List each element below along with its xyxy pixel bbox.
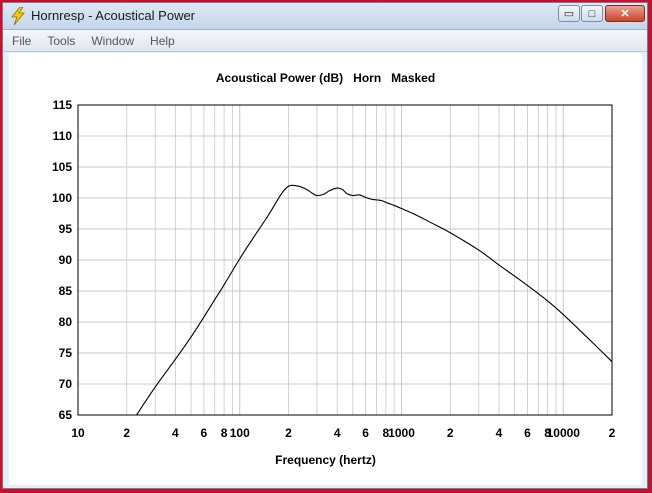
y-tick-label: 105 xyxy=(52,160,72,174)
close-icon: ✕ xyxy=(620,8,630,20)
lightning-bolt-icon xyxy=(11,7,25,25)
x-tick-label: 2 xyxy=(285,426,292,440)
y-tick-label: 90 xyxy=(59,253,73,267)
app-window: Hornresp - Acoustical Power ▭ □ ✕ File T… xyxy=(2,2,648,489)
menu-bar: File Tools Window Help xyxy=(3,30,647,52)
x-tick-label: 4 xyxy=(496,426,503,440)
x-tick-label: 2 xyxy=(123,426,130,440)
x-tick-label: 100 xyxy=(230,426,250,440)
menu-help[interactable]: Help xyxy=(143,34,182,48)
maximize-icon: □ xyxy=(588,7,596,20)
y-tick-label: 95 xyxy=(59,222,73,236)
menu-window[interactable]: Window xyxy=(84,34,141,48)
power-curve-line xyxy=(136,184,613,416)
x-tick-label: 10000 xyxy=(547,426,581,440)
x-tick-label: 10 xyxy=(71,426,85,440)
title-bar[interactable]: Hornresp - Acoustical Power ▭ □ ✕ xyxy=(3,3,647,30)
y-tick-label: 80 xyxy=(59,315,73,329)
menu-file[interactable]: File xyxy=(5,34,38,48)
window-title: Hornresp - Acoustical Power xyxy=(31,8,196,23)
y-tick-label: 75 xyxy=(59,346,73,360)
close-button[interactable]: ✕ xyxy=(605,5,645,22)
x-tick-label: 6 xyxy=(524,426,531,440)
x-axis-label: Frequency (hertz) xyxy=(275,453,376,467)
chart-area: Acoustical Power (dB) Horn Masked 65 70 75… xyxy=(9,53,642,485)
x-tick-label: 2 xyxy=(447,426,454,440)
x-tick-label: 6 xyxy=(201,426,208,440)
x-tick-label: 8 xyxy=(221,426,228,440)
x-tick-label: 4 xyxy=(172,426,179,440)
maximize-button[interactable]: □ xyxy=(581,5,603,22)
minimize-button[interactable]: ▭ xyxy=(558,5,580,22)
y-tick-label: 70 xyxy=(59,377,73,391)
acoustical-power-chart: 6570758085909510010511011510 2 4 6 8 100 2 4 6 81… xyxy=(52,98,616,440)
x-tick-label: 6 xyxy=(362,426,369,440)
y-tick-label: 100 xyxy=(52,191,72,205)
y-tick-label: 85 xyxy=(59,284,73,298)
minimize-icon: ▭ xyxy=(563,8,575,20)
y-tick-label: 110 xyxy=(53,129,73,143)
y-tick-label: 115 xyxy=(53,98,73,112)
x-tick-label: 4 xyxy=(334,426,341,440)
y-tick-label: 65 xyxy=(59,408,73,422)
menu-tools[interactable]: Tools xyxy=(40,34,82,48)
x-tick-label: 2 xyxy=(609,426,616,440)
x-tick-label: 1000 xyxy=(388,426,415,440)
